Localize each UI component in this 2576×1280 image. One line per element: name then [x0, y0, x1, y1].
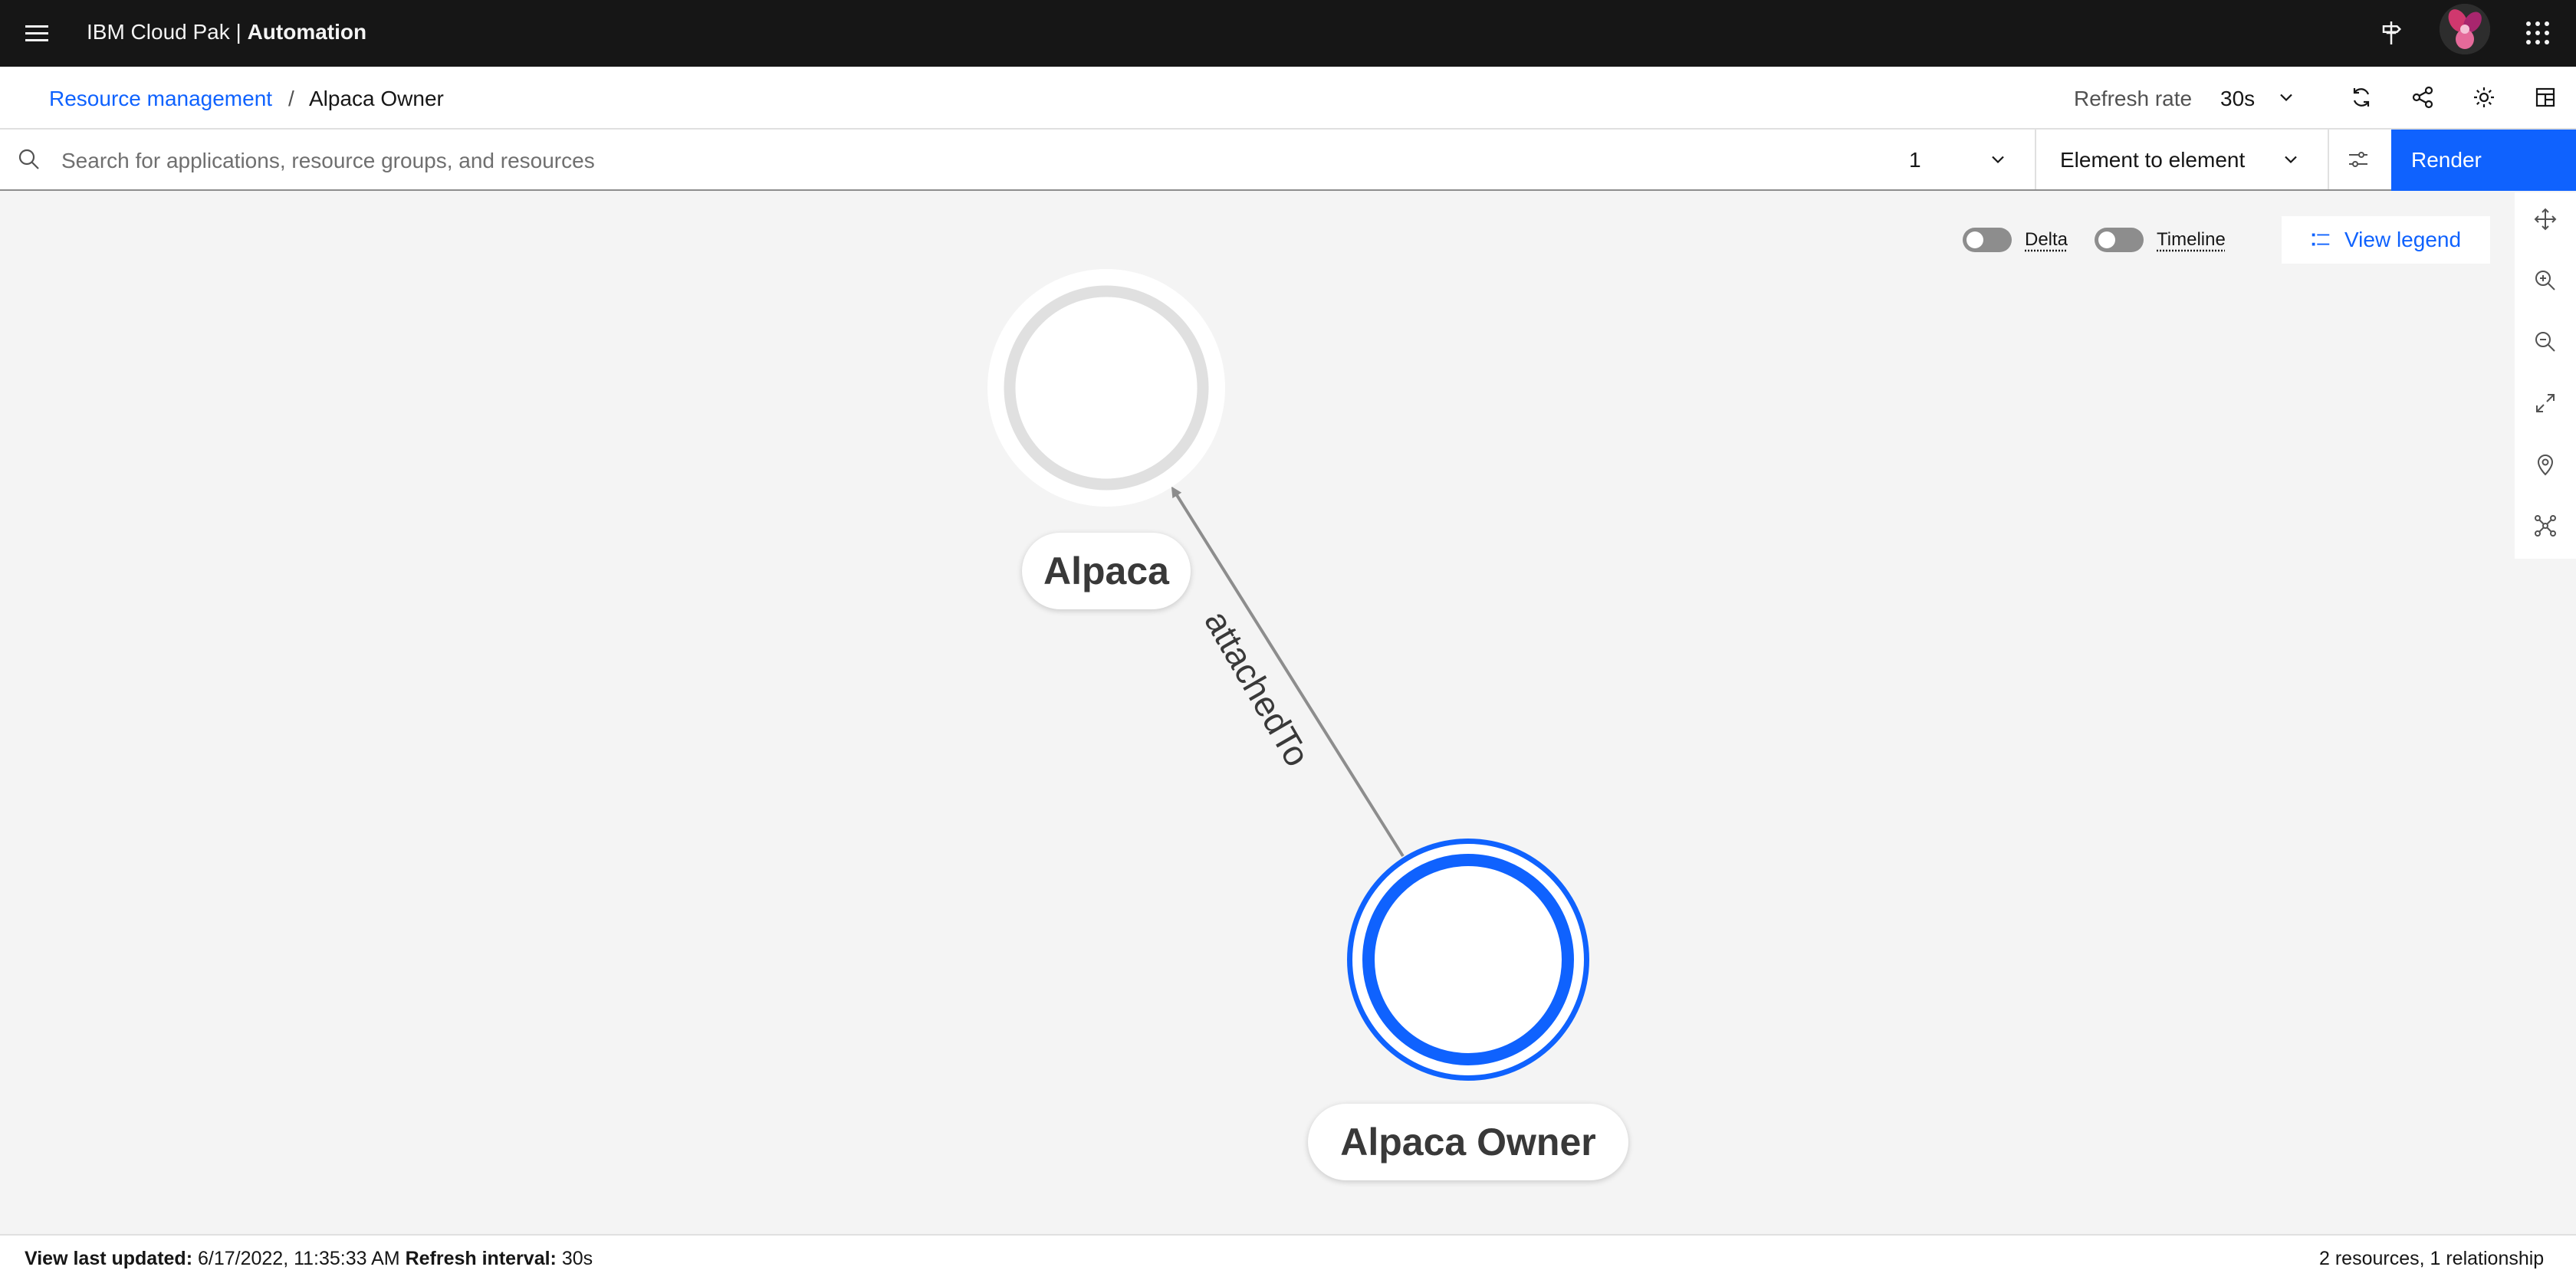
interval-value: 30s [561, 1248, 593, 1269]
interval-label: Refresh interval: [405, 1248, 557, 1269]
node-label-alpaca-owner[interactable]: Alpaca Owner [1308, 1104, 1628, 1180]
node-label-alpaca[interactable]: Alpaca [1022, 533, 1191, 609]
updated-value: 6/17/2022, 11:35:33 AM [197, 1248, 400, 1269]
node-alpaca[interactable] [987, 269, 1225, 507]
topology-graph [987, 269, 1589, 1081]
resource-summary: 2 resources, 1 relationship [2319, 1248, 2545, 1269]
attached-to-edge[interactable] [1171, 486, 1405, 858]
updated-label: View last updated: [25, 1248, 193, 1269]
node-alpaca-owner[interactable] [1347, 839, 1589, 1081]
last-updated-status: View last updated: 6/17/2022, 11:35:33 A… [25, 1245, 593, 1272]
